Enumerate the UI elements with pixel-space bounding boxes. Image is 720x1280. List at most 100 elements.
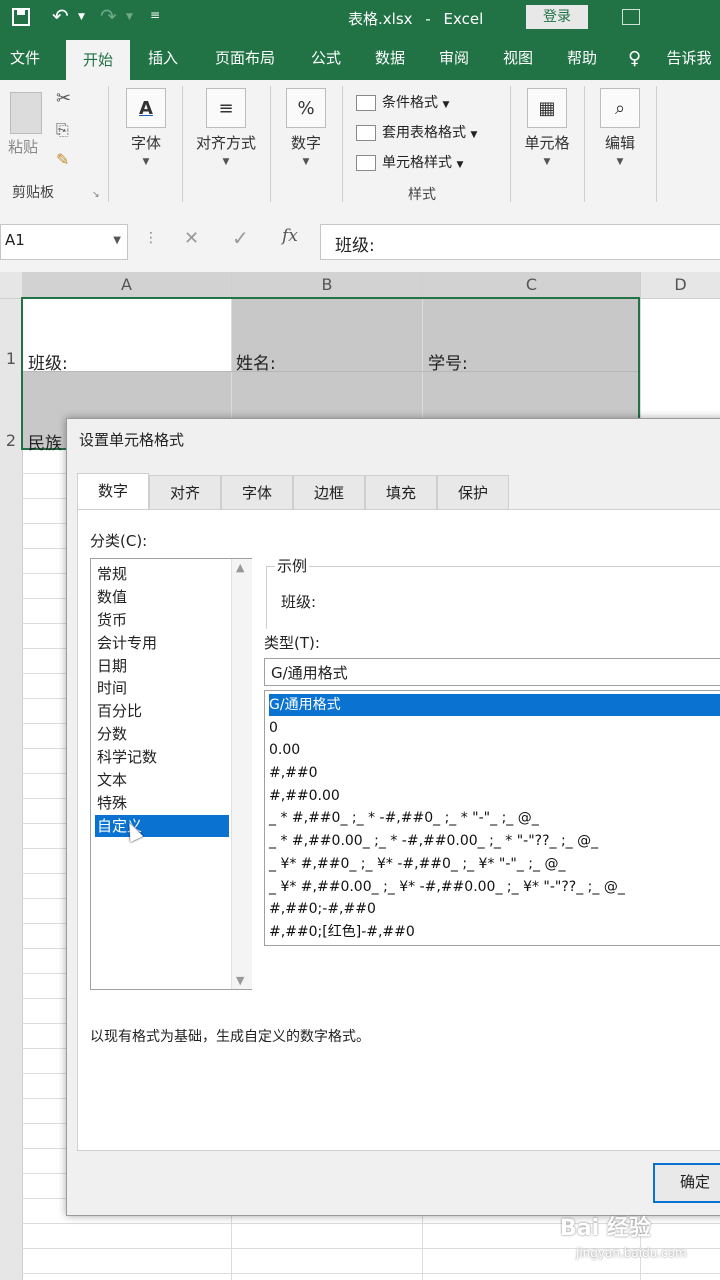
row-number-2[interactable]: 2 (0, 431, 22, 450)
font-button[interactable]: A 字体 ▼ (122, 88, 170, 167)
type-list[interactable]: G/通用格式 0 0.00 #,##0 #,##0.00 _ * #,##0_ … (264, 690, 720, 946)
cells-button[interactable]: ▦ 单元格 ▼ (518, 88, 576, 167)
clipboard-launcher-icon[interactable]: ↘ (92, 190, 100, 200)
type-item[interactable]: #,##0;-#,##0 (269, 898, 720, 920)
save-icon[interactable] (12, 8, 30, 26)
tab-fill[interactable]: 填充 (365, 475, 437, 510)
category-currency[interactable]: 货币 (95, 609, 229, 631)
category-accounting[interactable]: 会计专用 (95, 632, 229, 654)
window-title: 表格.xlsx - Excel (348, 8, 483, 29)
paste-icon[interactable] (10, 92, 42, 134)
ok-button[interactable]: 确定 (653, 1163, 720, 1203)
type-input[interactable]: G/通用格式 (264, 658, 720, 686)
paste-button[interactable]: 粘贴 (8, 136, 38, 157)
formula-bar: A1 ▼ ⋮ ✕ ✓ fx 班级: (0, 212, 720, 272)
confirm-icon[interactable]: ✓ (232, 226, 249, 250)
category-list[interactable]: 常规 数值 货币 会计专用 日期 时间 百分比 分数 科学记数 文本 特殊 自定… (90, 558, 252, 990)
type-item[interactable]: _ * #,##0_ ;_ * -#,##0_ ;_ * "-"_ ;_ @_ (269, 807, 720, 829)
name-box[interactable]: A1 ▼ (0, 224, 128, 260)
format-painter-icon[interactable]: ✎ (56, 150, 69, 169)
cancel-icon[interactable]: ✕ (184, 228, 199, 249)
cut-icon[interactable]: ✂ (56, 88, 71, 109)
category-time[interactable]: 时间 (95, 677, 229, 699)
login-button[interactable]: 登录 (526, 5, 588, 29)
type-item[interactable]: #,##0 (269, 762, 720, 784)
customize-toolbar-icon[interactable]: ≡ (150, 8, 160, 22)
type-label: 类型(T): (264, 634, 320, 652)
chevron-down-icon[interactable]: ▼ (113, 235, 121, 246)
row-number-1[interactable]: 1 (0, 349, 22, 368)
tab-data[interactable]: 数据 (366, 36, 414, 80)
format-description: 以现有格式为基础，生成自定义的数字格式。 (90, 1029, 370, 1045)
column-header-d[interactable]: D (641, 272, 720, 298)
tab-home[interactable]: 开始 (66, 40, 130, 80)
cell-styles-label: 单元格样式 (382, 155, 452, 171)
baidu-watermark-logo: Bai 经验 (560, 1216, 651, 1241)
category-percentage[interactable]: 百分比 (95, 700, 229, 722)
insert-function-icon[interactable]: fx (282, 226, 298, 246)
type-item[interactable]: #,##0.00 (269, 785, 720, 807)
tab-file[interactable]: 文件 (0, 36, 50, 80)
column-header-a[interactable]: A (22, 272, 232, 298)
undo-icon[interactable]: ↶ (52, 4, 69, 28)
category-text[interactable]: 文本 (95, 769, 229, 791)
formula-input[interactable]: 班级: (320, 224, 720, 260)
copy-icon[interactable]: ⎘ (56, 120, 69, 140)
editing-button[interactable]: ⌕ 编辑 ▼ (596, 88, 644, 167)
type-item[interactable]: _ ¥* #,##0.00_ ;_ ¥* -#,##0.00_ ;_ ¥* "-… (269, 876, 720, 898)
chevron-down-icon: ▼ (142, 157, 150, 167)
tab-tell-me[interactable]: 告诉我 (660, 36, 718, 80)
category-scrollbar[interactable]: ▲ ▼ (231, 559, 252, 989)
tab-border[interactable]: 边框 (293, 475, 365, 510)
ribbon-display-icon[interactable] (622, 9, 640, 25)
cell-c1-text: 学号: (428, 354, 468, 374)
name-box-value: A1 (5, 231, 25, 249)
tab-alignment[interactable]: 对齐 (149, 475, 221, 510)
type-item[interactable]: 0 (269, 717, 720, 739)
type-item[interactable]: 0.00 (269, 739, 720, 761)
type-item[interactable]: G/通用格式 (269, 694, 720, 716)
cell-a1[interactable]: 班级: (28, 349, 68, 374)
type-item[interactable]: #,##0;[红色]-#,##0 (269, 921, 720, 943)
tab-view[interactable]: 视图 (494, 36, 542, 80)
divider (584, 86, 585, 202)
category-special[interactable]: 特殊 (95, 792, 229, 814)
number-button[interactable]: % 数字 ▼ (282, 88, 330, 167)
redo-dropdown-icon[interactable]: ▼ (126, 12, 133, 22)
column-header-c[interactable]: C (423, 272, 641, 298)
lightbulb-icon[interactable]: ♀ (628, 48, 641, 69)
undo-dropdown-icon[interactable]: ▼ (78, 12, 85, 22)
category-date[interactable]: 日期 (95, 655, 229, 677)
column-header-b[interactable]: B (232, 272, 423, 298)
tab-insert[interactable]: 插入 (138, 36, 188, 80)
tab-page-layout[interactable]: 页面布局 (204, 36, 286, 80)
divider (342, 86, 343, 202)
cell-styles-button[interactable]: 单元格样式 ▼ (356, 152, 463, 172)
tab-help[interactable]: 帮助 (558, 36, 606, 80)
chevron-down-icon: ▼ (616, 157, 624, 167)
type-item[interactable]: _ * #,##0.00_ ;_ * -#,##0.00_ ;_ * "-"??… (269, 830, 720, 852)
category-scientific[interactable]: 科学记数 (95, 746, 229, 768)
divider (270, 86, 271, 202)
category-custom[interactable]: 自定义 (95, 815, 229, 837)
select-all-corner[interactable] (0, 272, 23, 298)
divider (108, 86, 109, 202)
type-item[interactable]: _ ¥* #,##0_ ;_ ¥* -#,##0_ ;_ ¥* "-"_ ;_ … (269, 853, 720, 875)
drag-handle-icon[interactable]: ⋮ (144, 230, 158, 246)
conditional-format-button[interactable]: 条件格式 ▼ (356, 92, 449, 112)
tab-number[interactable]: 数字 (77, 473, 149, 511)
alignment-button[interactable]: ≡ 对齐方式 ▼ (190, 88, 262, 167)
category-general[interactable]: 常规 (95, 563, 229, 585)
format-as-table-button[interactable]: 套用表格格式 ▼ (356, 122, 477, 142)
category-number[interactable]: 数值 (95, 586, 229, 608)
tab-review[interactable]: 审阅 (430, 36, 478, 80)
tab-protection[interactable]: 保护 (437, 475, 509, 510)
ribbon-body: 粘贴 ✂ ⎘ ✎ 剪贴板 ↘ A 字体 ▼ ≡ 对齐方式 ▼ % 数字 ▼ 条件… (0, 80, 720, 213)
redo-icon[interactable]: ↷ (100, 4, 117, 28)
number-label: 数字 (290, 134, 321, 152)
tab-font[interactable]: 字体 (221, 475, 293, 510)
scroll-up-icon[interactable]: ▲ (236, 561, 244, 574)
tab-formulas[interactable]: 公式 (302, 36, 350, 80)
category-fraction[interactable]: 分数 (95, 723, 229, 745)
scroll-down-icon[interactable]: ▼ (236, 974, 244, 987)
